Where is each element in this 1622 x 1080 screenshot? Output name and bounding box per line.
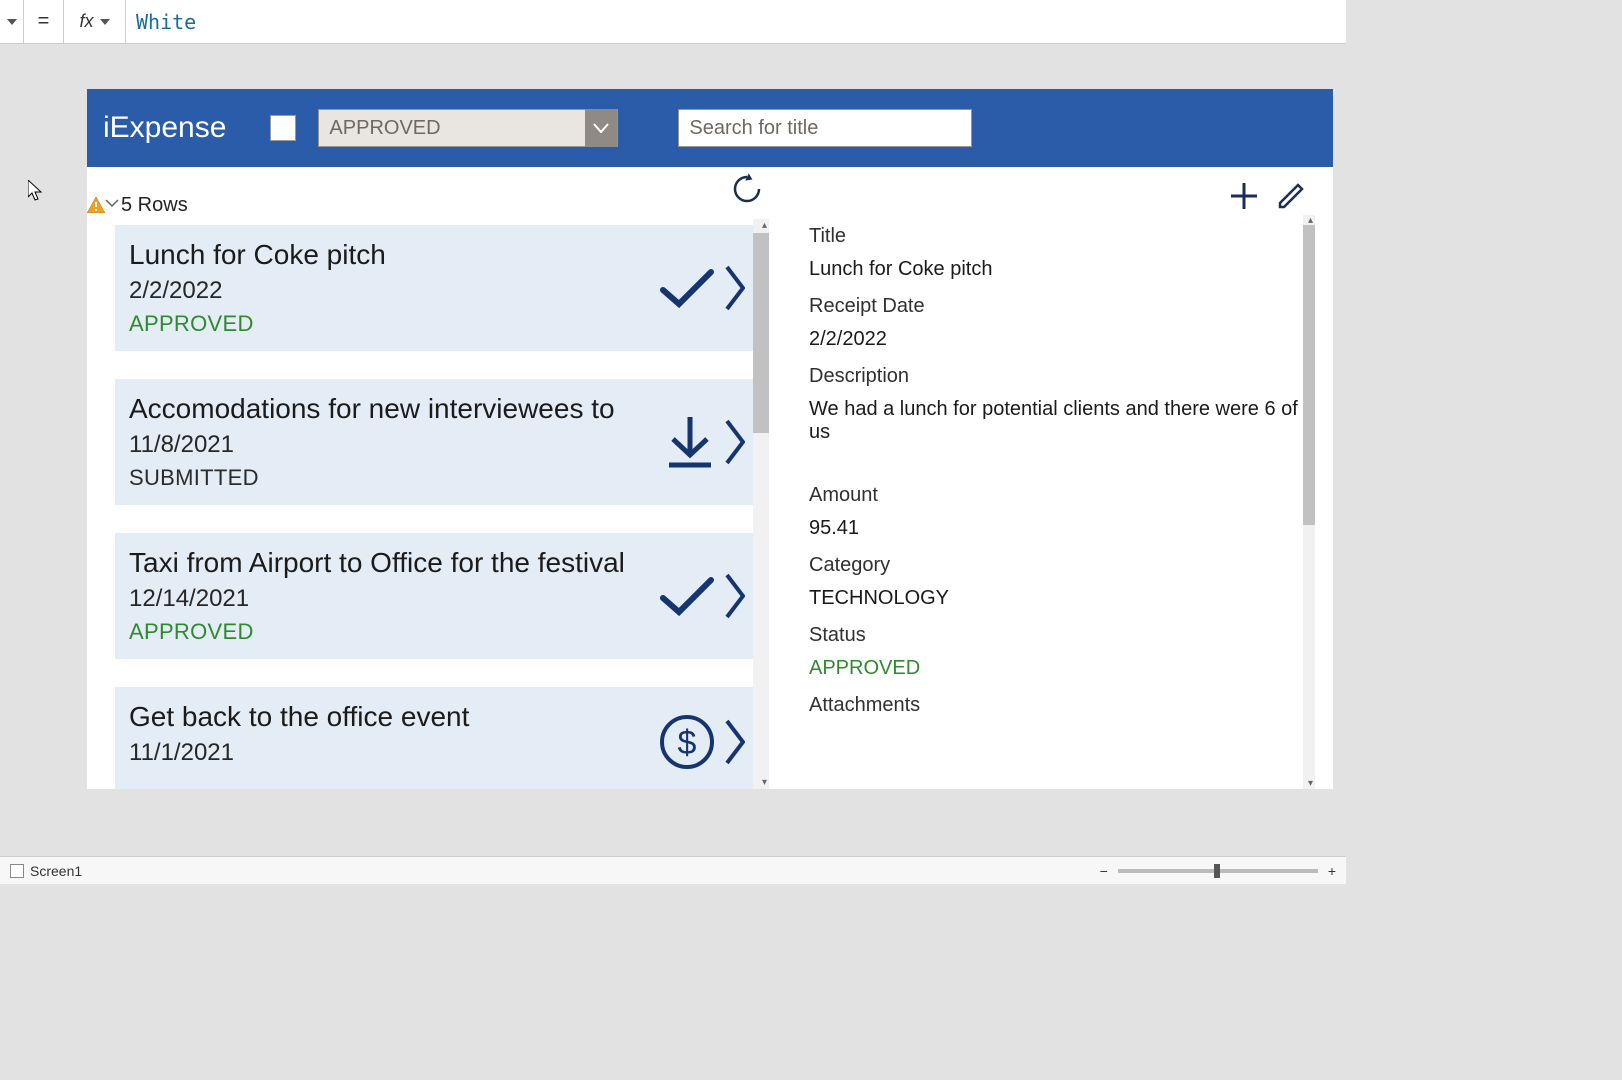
- formula-input[interactable]: White: [126, 10, 1346, 34]
- detail-value-title: Lunch for Coke pitch: [809, 258, 1315, 281]
- warning-icon: [87, 197, 105, 213]
- zoom-slider[interactable]: [1118, 869, 1318, 873]
- app-canvas[interactable]: iExpense APPROVED 5: [87, 89, 1333, 789]
- list-item[interactable]: Accomodations for new interviewees to 11…: [115, 379, 753, 505]
- refresh-icon[interactable]: [731, 173, 763, 205]
- item-title: Accomodations for new interviewees to: [129, 393, 739, 425]
- chevron-down-icon[interactable]: [105, 199, 119, 207]
- detail-value-receipt-date: 2/2/2022: [809, 328, 1315, 351]
- list-item[interactable]: Get back to the office event 11/1/2021 $: [115, 687, 753, 789]
- canvas-wrap: iExpense APPROVED 5: [0, 44, 1346, 854]
- item-status: APPROVED: [129, 311, 739, 337]
- item-title: Get back to the office event: [129, 701, 739, 733]
- dollar-icon: $: [659, 714, 715, 770]
- app-title: iExpense: [103, 111, 226, 145]
- item-title: Lunch for Coke pitch: [129, 239, 739, 271]
- edit-icon[interactable]: [1277, 182, 1305, 210]
- detail-value-status: APPROVED: [809, 657, 1315, 680]
- detail-value-amount: 95.41: [809, 517, 1315, 540]
- scroll-down-icon[interactable]: ▾: [1308, 778, 1313, 789]
- item-title: Taxi from Airport to Office for the fest…: [129, 547, 739, 579]
- zoom-thumb[interactable]: [1214, 864, 1220, 878]
- detail-label-amount: Amount: [809, 484, 1315, 507]
- zoom-in-button[interactable]: +: [1328, 863, 1336, 879]
- item-icons: [665, 415, 745, 469]
- item-date: 11/1/2021: [129, 739, 739, 767]
- filter-select[interactable]: APPROVED: [318, 109, 618, 147]
- right-toolbar: [769, 177, 1333, 215]
- property-dropdown[interactable]: [0, 0, 24, 43]
- scrollbar-thumb[interactable]: [1303, 225, 1315, 525]
- item-status: SUBMITTED: [129, 465, 739, 491]
- chevron-right-icon[interactable]: [725, 573, 745, 619]
- app-header: iExpense APPROVED: [87, 89, 1333, 167]
- chevron-right-icon[interactable]: [725, 265, 745, 311]
- detail-label-attachments: Attachments: [809, 694, 1315, 717]
- expense-list: Lunch for Coke pitch 2/2/2022 APPROVED A…: [87, 219, 753, 789]
- item-date: 11/8/2021: [129, 431, 739, 459]
- detail-value-category: TECHNOLOGY: [809, 587, 1315, 610]
- filter-select-button[interactable]: [585, 109, 617, 147]
- fx-label: fx: [79, 11, 93, 32]
- item-icons: $: [659, 714, 745, 770]
- item-date: 12/14/2021: [129, 585, 739, 613]
- detail-label-description: Description: [809, 365, 1315, 388]
- formula-bar: = fx White: [0, 0, 1346, 44]
- scroll-up-icon[interactable]: ▴: [762, 220, 767, 231]
- left-pane: 5 Rows ▴ ▾ Lunch for Coke pitch: [87, 167, 769, 789]
- detail-value-description: We had a lunch for potential clients and…: [809, 398, 1315, 444]
- scroll-down-icon[interactable]: ▾: [762, 777, 767, 788]
- item-icons: [659, 573, 745, 619]
- svg-text:$: $: [678, 724, 697, 762]
- detail-label-category: Category: [809, 554, 1315, 577]
- detail-label-status: Status: [809, 624, 1315, 647]
- item-icons: [659, 265, 745, 311]
- left-toolbar: 5 Rows: [87, 167, 769, 219]
- item-date: 2/2/2022: [129, 277, 739, 305]
- fx-button[interactable]: fx: [64, 0, 126, 43]
- chevron-right-icon[interactable]: [725, 719, 745, 765]
- chevron-right-icon[interactable]: [725, 419, 745, 465]
- plus-icon[interactable]: [1229, 181, 1259, 211]
- search-input[interactable]: [678, 109, 972, 147]
- check-icon: [659, 268, 715, 308]
- list-scroll: ▴ ▾ Lunch for Coke pitch 2/2/2022 APPROV…: [87, 219, 769, 789]
- chevron-down-icon: [593, 123, 609, 133]
- app-body: 5 Rows ▴ ▾ Lunch for Coke pitch: [87, 167, 1333, 789]
- detail-scroll: ▴ ▾ Title Lunch for Coke pitch Receipt D…: [809, 215, 1315, 789]
- zoom-out-button[interactable]: −: [1100, 863, 1108, 879]
- download-icon: [665, 415, 715, 469]
- chevron-down-icon: [100, 19, 110, 25]
- screen-checkbox[interactable]: [10, 864, 24, 878]
- rows-count: 5 Rows: [121, 194, 188, 217]
- filter-checkbox[interactable]: [270, 115, 296, 141]
- equals-sign: =: [24, 0, 64, 43]
- detail-label-title: Title: [809, 225, 1315, 248]
- status-bar: Screen1 − +: [0, 856, 1346, 884]
- chevron-down-icon: [7, 19, 17, 25]
- list-item[interactable]: Lunch for Coke pitch 2/2/2022 APPROVED: [115, 225, 753, 351]
- scrollbar-thumb[interactable]: [753, 233, 769, 433]
- filter-select-value: APPROVED: [319, 117, 585, 140]
- screen-name: Screen1: [30, 863, 82, 879]
- right-pane: ▴ ▾ Title Lunch for Coke pitch Receipt D…: [769, 167, 1333, 789]
- list-item[interactable]: Taxi from Airport to Office for the fest…: [115, 533, 753, 659]
- detail-label-receipt-date: Receipt Date: [809, 295, 1315, 318]
- cursor-icon: [28, 180, 44, 202]
- item-status: APPROVED: [129, 619, 739, 645]
- check-icon: [659, 576, 715, 616]
